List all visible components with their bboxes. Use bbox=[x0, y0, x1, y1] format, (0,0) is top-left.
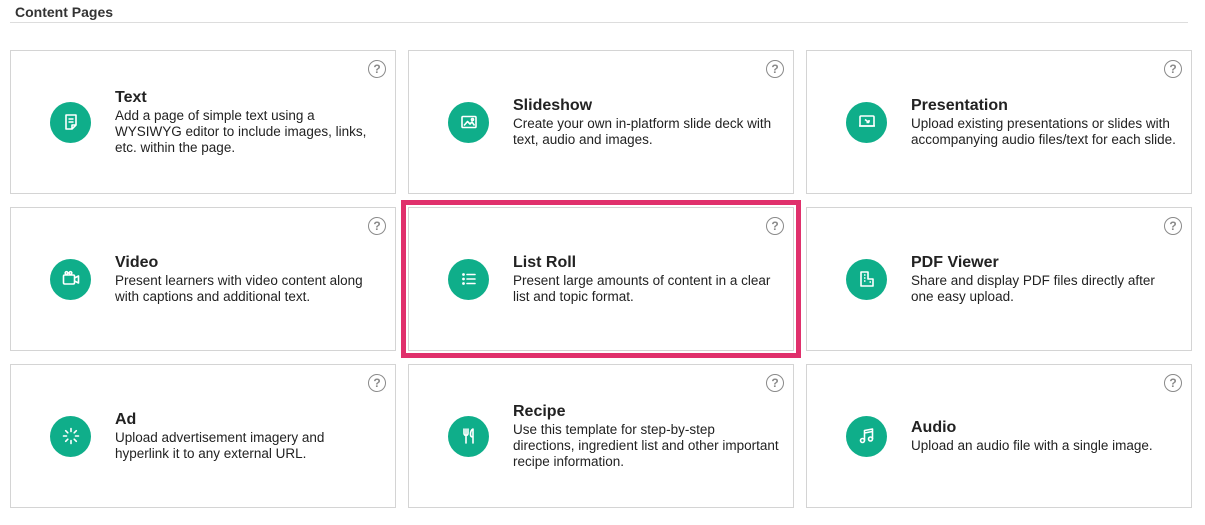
card-slideshow[interactable]: ? Slideshow Create your own in-platform … bbox=[408, 50, 794, 194]
sparkle-icon bbox=[50, 415, 91, 457]
card-title: Recipe bbox=[513, 402, 566, 420]
help-icon[interactable]: ? bbox=[1164, 374, 1182, 392]
card-recipe[interactable]: ? Recipe Use this template for step-by-s… bbox=[408, 364, 794, 508]
card-list-roll[interactable]: ? List Roll Present large amounts of con… bbox=[401, 200, 801, 358]
building-icon bbox=[846, 258, 887, 300]
help-icon[interactable]: ? bbox=[1164, 217, 1182, 235]
content-page-grid: ? Text Add a page of simple text using a… bbox=[10, 50, 1192, 508]
utensils-icon bbox=[448, 415, 489, 457]
help-icon[interactable]: ? bbox=[368, 60, 386, 78]
document-icon bbox=[50, 101, 91, 143]
music-note-icon bbox=[846, 415, 887, 457]
help-icon[interactable]: ? bbox=[1164, 60, 1182, 78]
help-icon[interactable]: ? bbox=[766, 217, 784, 235]
image-icon bbox=[448, 101, 489, 143]
card-description: Use this template for step-by-step direc… bbox=[513, 421, 779, 469]
card-title: PDF Viewer bbox=[911, 253, 999, 271]
card-ad[interactable]: ? Ad Upload advertisement imagery and hy… bbox=[10, 364, 396, 508]
card-title: Audio bbox=[911, 418, 957, 436]
card-title: Ad bbox=[115, 410, 137, 428]
card-title: Video bbox=[115, 253, 159, 271]
help-icon[interactable]: ? bbox=[766, 60, 784, 78]
card-audio[interactable]: ? Audio Upload an audio file with a sing… bbox=[806, 364, 1192, 508]
help-icon[interactable]: ? bbox=[368, 374, 386, 392]
card-title: List Roll bbox=[513, 253, 577, 271]
card-description: Upload advertisement imagery and hyperli… bbox=[115, 429, 325, 461]
help-icon[interactable]: ? bbox=[766, 374, 784, 392]
card-description: Upload an audio file with a single image… bbox=[911, 437, 1153, 453]
card-description: Upload existing presentations or slides … bbox=[911, 115, 1176, 147]
card-description: Share and display PDF files directly aft… bbox=[911, 272, 1155, 304]
card-pdf-viewer[interactable]: ? PDF Viewer Share and display PDF files… bbox=[806, 207, 1192, 351]
video-camera-icon bbox=[50, 258, 91, 300]
content-pages-panel: Content Pages ? Text Add a page of simpl… bbox=[0, 0, 1205, 525]
card-video[interactable]: ? Video Present learners with video cont… bbox=[10, 207, 396, 351]
card-text[interactable]: ? Text Add a page of simple text using a… bbox=[10, 50, 396, 194]
help-icon[interactable]: ? bbox=[368, 217, 386, 235]
card-description: Add a page of simple text using a WYSIWY… bbox=[115, 107, 367, 155]
card-title: Presentation bbox=[911, 96, 1008, 114]
card-presentation[interactable]: ? Presentation Upload existing presentat… bbox=[806, 50, 1192, 194]
card-description: Present learners with video content alon… bbox=[115, 272, 363, 304]
card-title: Slideshow bbox=[513, 96, 593, 114]
card-description: Present large amounts of content in a cl… bbox=[513, 272, 771, 304]
section-divider bbox=[10, 22, 1188, 23]
card-title: Text bbox=[115, 88, 147, 106]
presentation-icon bbox=[846, 101, 887, 143]
section-title: Content Pages bbox=[15, 4, 114, 20]
card-description: Create your own in-platform slide deck w… bbox=[513, 115, 772, 147]
list-icon bbox=[448, 258, 489, 300]
